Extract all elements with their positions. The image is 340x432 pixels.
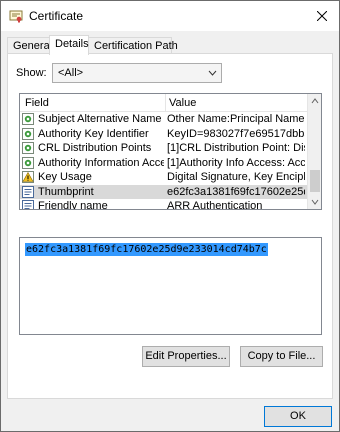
listview-row[interactable]: Subject Alternative Name Other Name:Princ…: [20, 112, 308, 127]
thumbprint-value-text[interactable]: e62fc3a1381f69fc17602e25d9e233014cd74b7c: [25, 243, 268, 256]
window-title: Certificate: [29, 9, 84, 23]
row-field-value: e62fc3a1381f69fc17602e25d...: [167, 185, 305, 198]
tab-details[interactable]: Details: [49, 35, 89, 55]
listview-row[interactable]: Friendly name ARR Authentication: [20, 199, 308, 210]
listview-header: Field Value: [20, 94, 308, 112]
row-field-name: Friendly name: [38, 200, 108, 210]
row-field-value: [1]Authority Info Access: Acc...: [167, 156, 305, 169]
property-page-icon: [22, 185, 34, 198]
column-header-field[interactable]: Field: [25, 97, 49, 109]
cert-field-green-icon: [22, 156, 34, 169]
edit-properties-button[interactable]: Edit Properties...: [142, 346, 230, 367]
row-field-name: Authority Key Identifier: [38, 127, 149, 140]
listview-rows: Subject Alternative Name Other Name:Princ…: [20, 112, 308, 210]
listview-row[interactable]: Authority Key Identifier KeyID=983027f7e6…: [20, 127, 308, 142]
listview-row[interactable]: Thumbprint e62fc3a1381f69fc17602e25d...: [20, 184, 308, 199]
row-field-value: ARR Authentication: [167, 200, 263, 210]
listview-row[interactable]: Authority Information Access [1]Authority…: [20, 156, 308, 171]
close-button[interactable]: [305, 1, 339, 31]
show-label: Show:: [16, 67, 47, 79]
show-dropdown[interactable]: <All>: [52, 63, 222, 83]
scroll-down-arrow-icon[interactable]: [311, 198, 319, 206]
title-bar: Certificate: [1, 1, 339, 31]
property-page-icon: [22, 200, 34, 209]
tab-certification-path[interactable]: Certification Path: [88, 37, 178, 54]
listview-row[interactable]: CRL Distribution Points [1]CRL Distributi…: [20, 141, 308, 156]
listview-row[interactable]: Key Usage Digital Signature, Key Encipher…: [20, 170, 308, 185]
row-field-value: KeyID=983027f7e69517dbb5...: [167, 127, 305, 140]
show-dropdown-value: <All>: [58, 67, 84, 79]
fields-listview[interactable]: Field Value Subject Alternative Name Othe…: [19, 93, 322, 210]
cert-field-green-icon: [22, 127, 34, 140]
close-icon: [317, 11, 327, 21]
row-field-name: Subject Alternative Name: [38, 113, 162, 125]
cert-field-green-icon: [22, 142, 34, 154]
certificate-icon: [9, 9, 23, 23]
ok-button[interactable]: OK: [264, 406, 332, 427]
key-warning-icon: [22, 171, 34, 183]
scroll-up-arrow-icon[interactable]: [311, 97, 319, 105]
tab-strip: General Details Certification Path: [7, 35, 333, 55]
certificate-dialog: Certificate General Details Certificatio…: [0, 0, 340, 432]
details-panel: Show: <All> Field Value Subject Alternat…: [7, 53, 333, 399]
tab-general[interactable]: General: [7, 37, 52, 54]
row-field-name: Authority Information Access: [38, 156, 164, 169]
cert-field-green-icon: [22, 113, 34, 125]
field-detail-textbox[interactable]: e62fc3a1381f69fc17602e25d9e233014cd74b7c: [19, 237, 322, 335]
row-field-value: [1]CRL Distribution Point: Distr...: [167, 142, 305, 154]
row-field-name: Key Usage: [38, 171, 92, 183]
chevron-down-icon: [208, 70, 217, 76]
row-field-name: Thumbprint: [38, 185, 94, 198]
column-header-value[interactable]: Value: [169, 97, 196, 109]
listview-scrollbar[interactable]: [307, 94, 321, 209]
column-divider[interactable]: [165, 94, 166, 112]
copy-to-file-button[interactable]: Copy to File...: [240, 346, 323, 367]
row-field-name: CRL Distribution Points: [38, 142, 152, 154]
scrollbar-thumb[interactable]: [310, 170, 320, 192]
row-field-value: Other Name:Principal Name=Vi...: [167, 113, 305, 125]
row-field-value: Digital Signature, Key Encipher...: [167, 171, 305, 183]
